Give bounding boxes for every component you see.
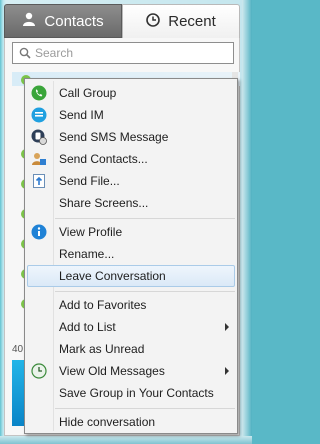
menu-separator [55, 408, 235, 409]
menu-item-send-contacts[interactable]: Send Contacts... [27, 148, 235, 170]
menu-item-send-file[interactable]: Send File... [27, 170, 235, 192]
tab-label: Contacts [44, 12, 104, 30]
menu-item-add-to-list[interactable]: Add to List [27, 316, 235, 338]
clock-icon [146, 12, 161, 31]
tab-contacts[interactable]: Contacts [4, 4, 122, 38]
window-border-right [242, 0, 252, 444]
send-contacts-icon [31, 151, 47, 167]
menu-item-save-group[interactable]: Save Group in Your Contacts [27, 382, 235, 404]
search-placeholder: Search [35, 46, 74, 60]
menu-item-leave-conversation[interactable]: Leave Conversation [27, 265, 235, 287]
tab-label: Recent [168, 13, 216, 30]
menu-item-share-screens[interactable]: Share Screens... [27, 192, 235, 214]
info-icon [31, 224, 47, 240]
call-icon [31, 85, 47, 101]
search-icon [19, 47, 31, 59]
menu-separator [55, 291, 235, 292]
menu-item-send-im[interactable]: Send IM [27, 104, 235, 126]
tab-bar: Contacts Recent [4, 4, 240, 38]
menu-item-send-sms[interactable]: Send SMS Message [27, 126, 235, 148]
search-input[interactable]: Search [12, 42, 234, 64]
chat-icon [31, 107, 47, 123]
tab-recent[interactable]: Recent [122, 4, 240, 38]
menu-item-hide-conversation[interactable]: Hide conversation [27, 411, 235, 433]
clock-icon [31, 363, 47, 379]
menu-item-view-profile[interactable]: View Profile [27, 221, 235, 243]
menu-separator [55, 218, 235, 219]
window-border-bottom [0, 436, 252, 444]
sms-icon [31, 129, 47, 145]
menu-item-call-group[interactable]: Call Group [27, 82, 235, 104]
menu-item-rename[interactable]: Rename... [27, 243, 235, 265]
menu-item-mark-as-unread[interactable]: Mark as Unread [27, 338, 235, 360]
send-file-icon [31, 173, 47, 189]
submenu-arrow-icon [225, 367, 229, 375]
submenu-arrow-icon [225, 323, 229, 331]
menu-item-add-to-favorites[interactable]: Add to Favorites [27, 294, 235, 316]
person-icon [22, 12, 36, 30]
context-menu: Call Group Send IM Send SMS Message Send… [24, 78, 238, 434]
menu-item-view-old-messages[interactable]: View Old Messages [27, 360, 235, 382]
